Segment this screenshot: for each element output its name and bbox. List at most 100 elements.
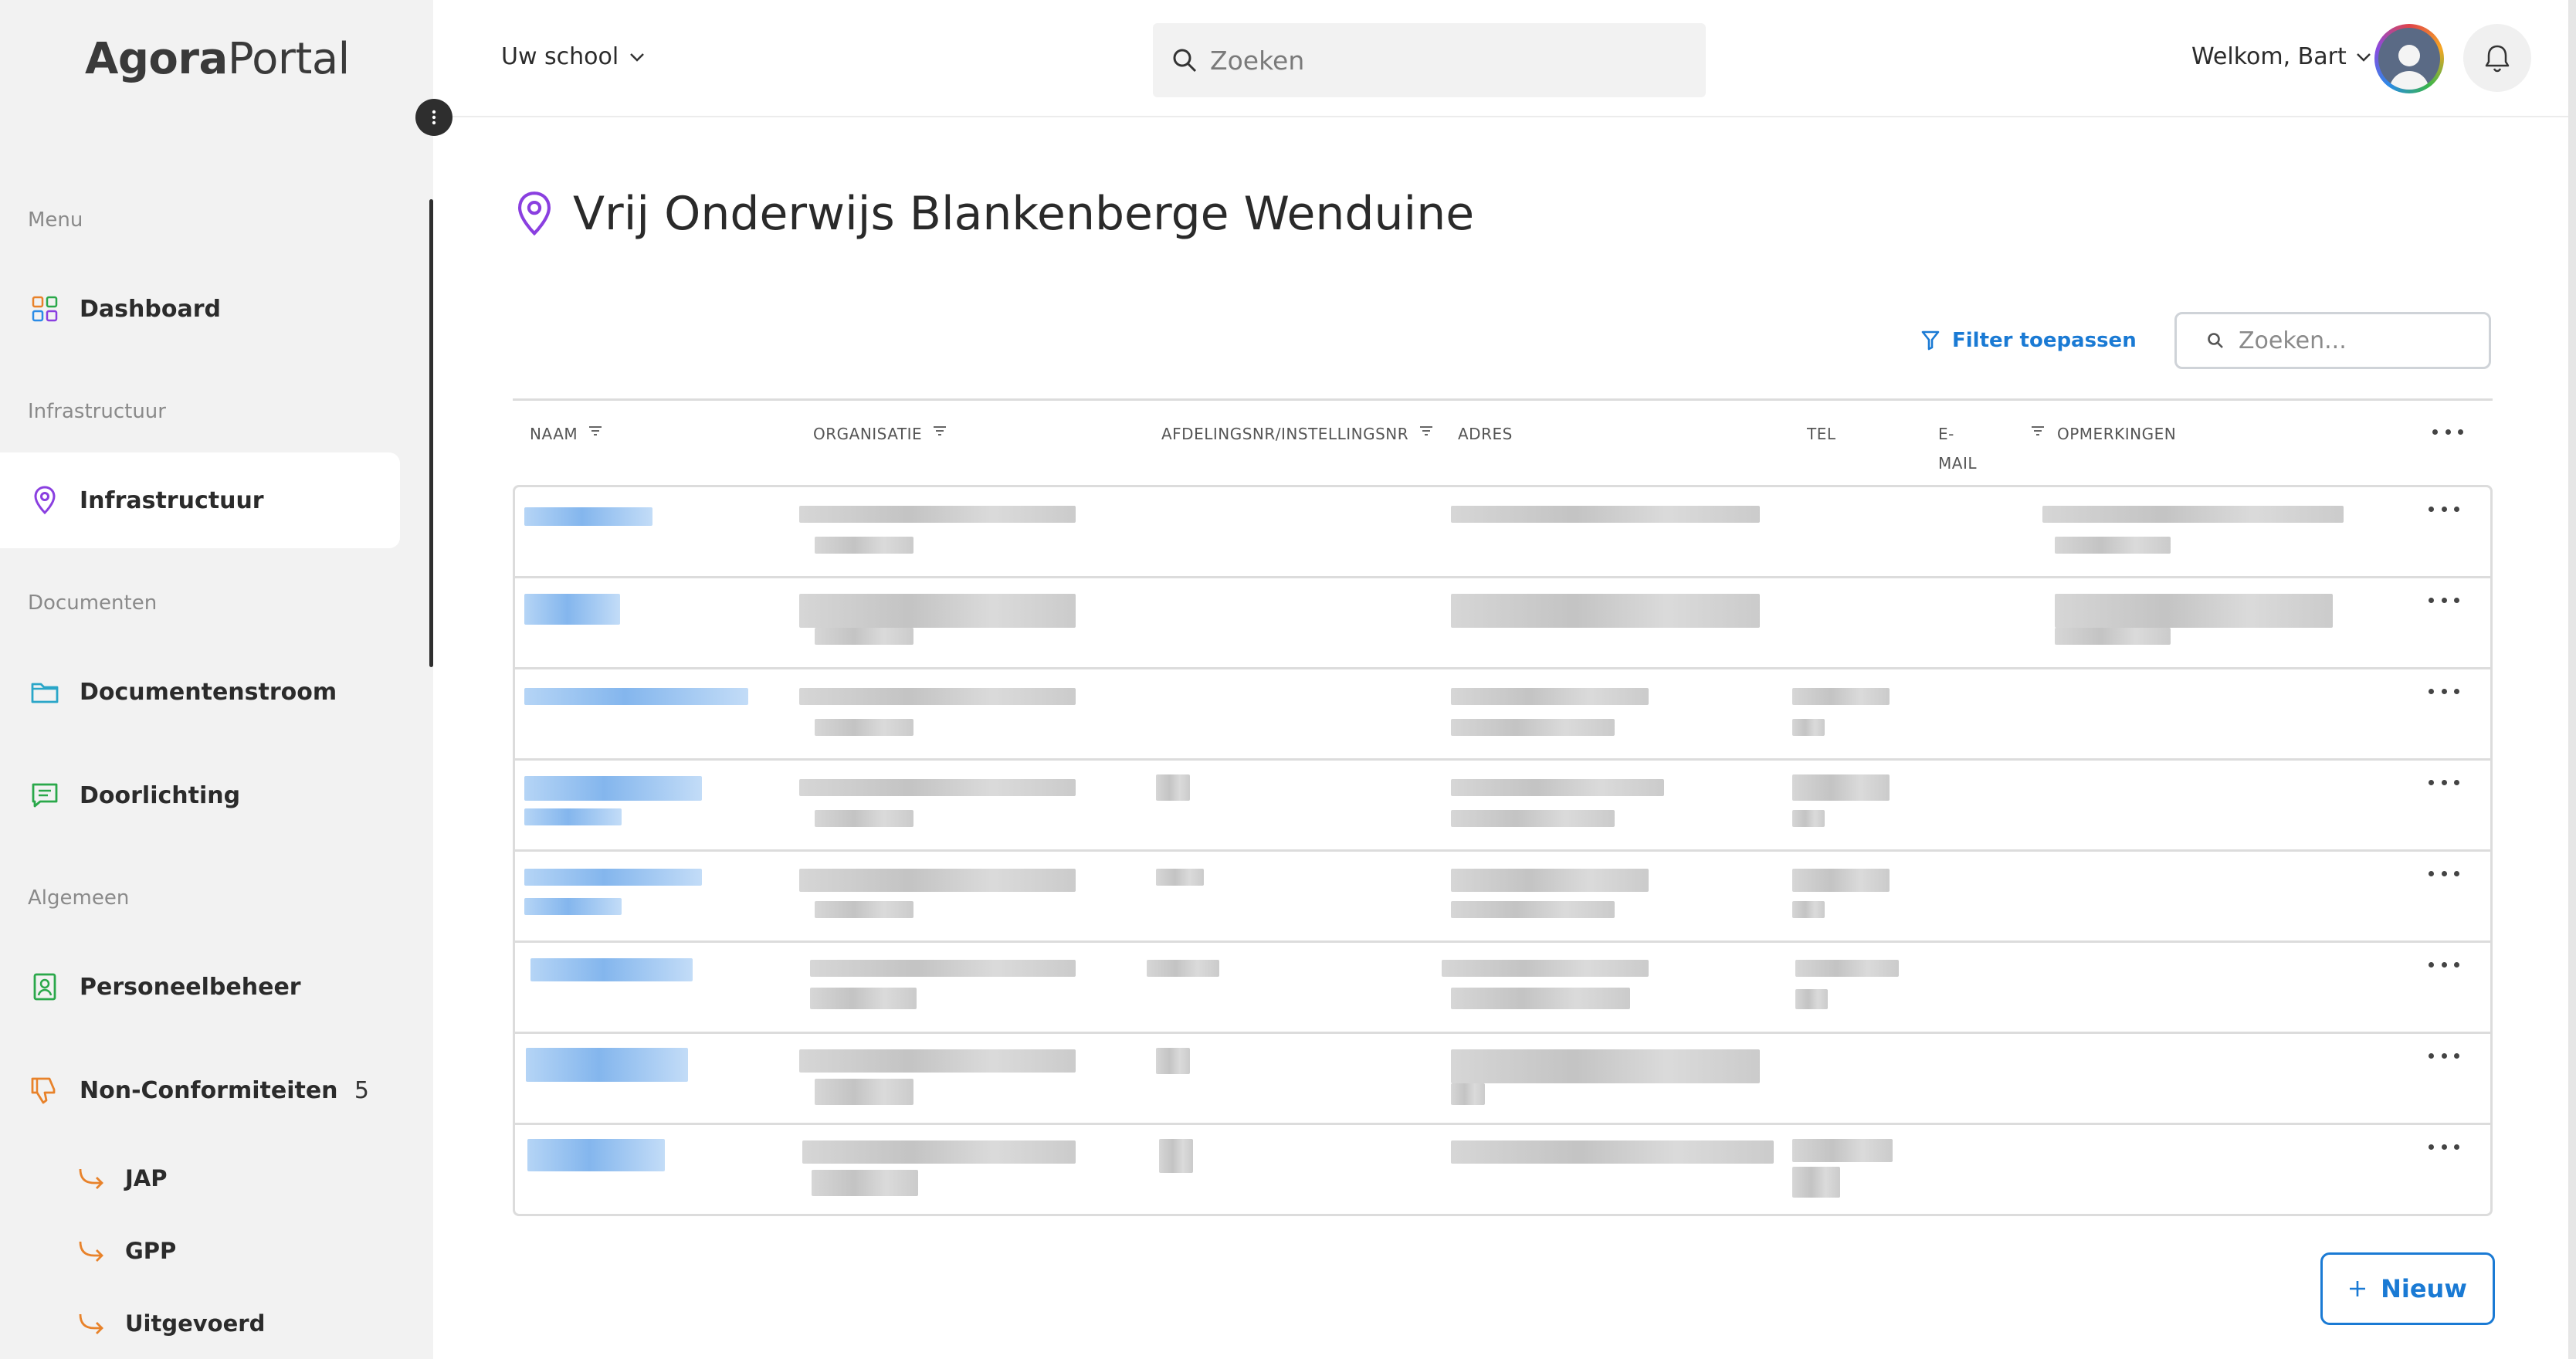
sidebar-item-label: Personeelbeheer [80,973,301,1001]
cell-afdelingsnr [1147,960,1219,977]
new-button[interactable]: Nieuw [2320,1252,2495,1325]
cell-tel [1792,810,1825,827]
table-search[interactable] [2174,312,2491,369]
cell-organisatie [815,628,913,645]
sort-icon[interactable] [1419,425,1433,436]
filter-icon [1921,330,1940,351]
user-menu[interactable]: Welkom, Bart [2191,43,2371,70]
app-logo[interactable]: AgoraPortal [85,34,350,84]
table-row[interactable] [515,1034,2490,1125]
column-header-organisatie[interactable]: ORGANISATIE [813,419,947,449]
cell-adres [1451,779,1664,796]
cell-naam[interactable] [524,776,702,801]
sidebar-subitem-uitgevoerd[interactable]: Uitgevoerd [0,1293,400,1354]
table-row[interactable] [515,578,2490,669]
table-row[interactable] [515,761,2490,852]
sidebar-subitem-gpp[interactable]: GPP [0,1220,400,1282]
sidebar-scrollbar[interactable] [429,199,433,667]
row-options-button[interactable] [2429,957,2459,972]
cell-organisatie [799,779,1076,796]
column-header-tel[interactable]: TEL [1807,419,1836,449]
sort-icon[interactable] [933,425,947,436]
row-options-button[interactable] [2429,683,2459,699]
sidebar-item-personeelbeheer[interactable]: Personeelbeheer [0,939,400,1035]
cell-tel [1792,869,1890,892]
cell-naam[interactable] [524,869,702,886]
sidebar-item-label: Infrastructuur [80,486,264,514]
row-options-button[interactable] [2429,1048,2459,1063]
column-options-button[interactable] [2432,424,2463,439]
school-selector[interactable]: Uw school [501,43,645,70]
cell-afdelingsnr [1156,774,1190,801]
cell-naam[interactable] [527,1139,665,1171]
section-label-documenten: Documenten [28,591,158,615]
sidebar-item-doorlichting[interactable]: Doorlichting [0,747,400,843]
column-header-email[interactable]: E- MAIL [1938,419,2045,478]
sort-icon[interactable] [588,425,602,436]
column-header-naam[interactable]: NAAM [530,419,602,449]
section-label-algemeen: Algemeen [28,886,130,910]
sidebar-item-documentenstroom[interactable]: Documentenstroom [0,644,400,740]
cell-organisatie [802,1140,1076,1164]
cell-organisatie [815,719,913,736]
table-row[interactable] [515,1125,2490,1214]
sort-icon[interactable] [2031,425,2045,436]
sidebar: AgoraPortal Menu Dashboard Infrastructuu… [0,0,433,1359]
search-input[interactable] [1210,45,1673,76]
filter-button[interactable]: Filter toepassen [1921,329,2137,352]
row-options-button[interactable] [2429,501,2459,517]
cell-adres [1451,594,1760,628]
table-search-input[interactable] [2239,327,2470,354]
cell-tel [1792,1167,1840,1198]
cell-opmerkingen [2055,628,2171,645]
global-search[interactable] [1153,23,1706,97]
cell-tel [1795,960,1899,977]
cell-naam[interactable] [524,507,652,526]
sidebar-item-dashboard[interactable]: Dashboard [0,261,400,357]
cell-tel [1792,688,1890,705]
dashboard-grid-icon [29,293,60,324]
column-header-adres[interactable]: ADRES [1458,419,1513,449]
row-options-button[interactable] [2429,1139,2459,1154]
cell-naam[interactable] [524,898,622,915]
page-title: Vrij Onderwijs Blankenberge Wenduine [516,187,1474,241]
cell-adres [1451,688,1649,705]
sidebar-item-label: Doorlichting [80,781,241,809]
sidebar-options-button[interactable] [415,99,452,136]
folder-icon [29,676,60,707]
table-row[interactable] [515,852,2490,943]
row-options-button[interactable] [2429,866,2459,881]
cell-naam[interactable] [524,808,622,825]
table-row[interactable] [515,943,2490,1034]
vertical-dots-icon [432,110,436,125]
cell-organisatie [799,506,1076,523]
badge-icon [29,971,60,1002]
avatar[interactable] [2374,24,2444,93]
table-row[interactable] [515,669,2490,761]
sidebar-subitem-jap[interactable]: JAP [0,1147,400,1209]
cell-afdelingsnr [1159,1139,1193,1173]
cell-naam[interactable] [524,688,748,705]
cell-afdelingsnr [1156,1048,1190,1074]
section-label-infrastructuur: Infrastructuur [28,400,166,423]
sidebar-item-infrastructuur[interactable]: Infrastructuur [0,452,400,548]
cell-adres [1451,1083,1485,1105]
cell-naam[interactable] [526,1048,688,1082]
cell-tel [1792,1139,1893,1162]
cell-naam[interactable] [524,594,620,625]
window-edge [2568,0,2576,1359]
sidebar-item-non-conformiteiten[interactable]: Non-Conformiteiten 5 [0,1042,400,1138]
cell-naam[interactable] [530,958,693,981]
notifications-button[interactable] [2463,24,2531,92]
cell-organisatie [815,901,913,918]
column-header-afdelingsnr[interactable]: AFDELINGSNR/INSTELLINGSNR [1161,419,1433,449]
table-row[interactable] [515,487,2490,578]
column-header-opmerkingen[interactable]: OPMERKINGEN [2057,419,2176,449]
cell-opmerkingen [2042,506,2344,523]
location-pin-icon [517,191,551,236]
cell-organisatie [799,594,1076,628]
row-options-button[interactable] [2429,774,2459,790]
row-options-button[interactable] [2429,592,2459,608]
chevron-down-icon [630,53,645,62]
cell-adres [1451,1049,1760,1083]
